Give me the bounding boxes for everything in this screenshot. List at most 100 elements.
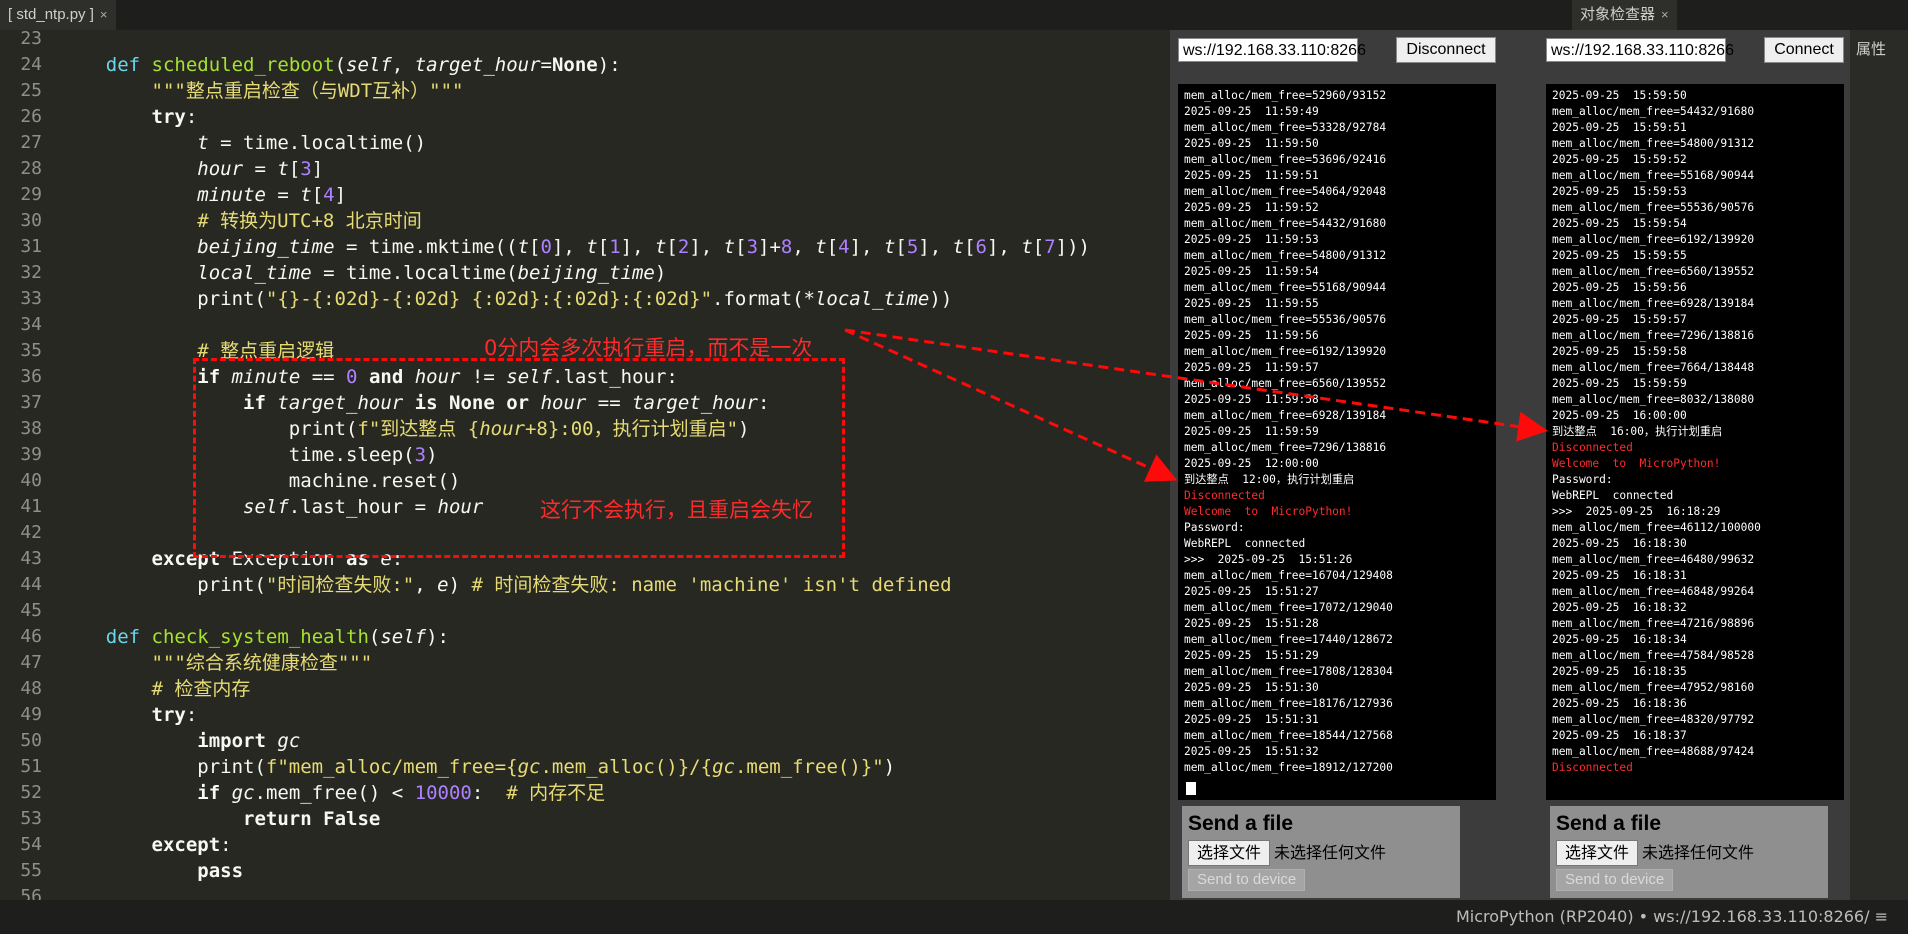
terminal-line: mem_alloc/mem_free=54432/91680 [1552, 105, 1755, 118]
terminal-line: Welcome to MicroPython! [1184, 505, 1353, 518]
tab-object-inspector[interactable]: 对象检查器 × [1572, 0, 1677, 30]
tab-std-ntp[interactable]: [ std_ntp.py ] × [0, 0, 116, 30]
line-number: 41 [20, 496, 42, 517]
line-number: 50 [20, 730, 42, 751]
code-line: return False [243, 808, 381, 830]
line-number: 40 [20, 470, 42, 491]
tab-bar: [ std_ntp.py ] × 对象检查器 × [0, 0, 1908, 30]
choose-file-button[interactable]: 选择文件 [1188, 840, 1271, 866]
terminal-line: mem_alloc/mem_free=54800/91312 [1184, 249, 1387, 262]
disconnect-button[interactable]: Disconnect [1396, 37, 1496, 63]
object-inspector-panel: ws://192.168.33.110:8266 Disconnect mem_… [1170, 30, 1850, 900]
terminal-line: mem_alloc/mem_free=8032/138080 [1552, 393, 1755, 406]
line-number: 53 [20, 808, 42, 829]
terminal-line: mem_alloc/mem_free=18176/127936 [1184, 697, 1393, 710]
terminal-line: 2025-09-25 11:59:56 [1184, 329, 1319, 342]
line-number: 55 [20, 860, 42, 881]
code-line: import gc [197, 730, 301, 752]
line-number: 26 [20, 106, 42, 127]
terminal-line: 2025-09-25 11:59:54 [1184, 265, 1319, 278]
terminal-line: 2025-09-25 11:59:53 [1184, 233, 1319, 246]
close-icon[interactable]: × [100, 7, 108, 22]
terminal-line: mem_alloc/mem_free=16704/129408 [1184, 569, 1393, 582]
properties-tab-label: 属性 [1856, 40, 1887, 58]
terminal-right[interactable]: 2025-09-25 15:59:50 mem_alloc/mem_free=54… [1546, 84, 1844, 800]
line-number: 54 [20, 834, 42, 855]
line-number: 34 [20, 314, 42, 335]
code-line: print("时间检查失败:", e) # 时间检查失败: name 'mach… [60, 574, 952, 596]
terminal-line: mem_alloc/mem_free=54432/91680 [1184, 217, 1387, 230]
close-icon[interactable]: × [1661, 7, 1669, 22]
line-number: 52 [20, 782, 42, 803]
line-number: 42 [20, 522, 42, 543]
line-number: 30 [20, 210, 42, 231]
terminal-line: mem_alloc/mem_free=6928/139184 [1184, 409, 1387, 422]
terminal-line: mem_alloc/mem_free=48320/97792 [1552, 713, 1755, 726]
tab-label: 对象检查器 [1580, 6, 1656, 23]
terminal-line: 2025-09-25 11:59:49 [1184, 105, 1319, 118]
terminal-line: 2025-09-25 16:18:34 [1552, 633, 1687, 646]
send-file-box-right: Send a file 选择文件 未选择任何文件 Send to device [1550, 806, 1828, 898]
terminal-line: 2025-09-25 16:18:37 [1552, 729, 1687, 742]
terminal-line: Password: [1184, 521, 1245, 534]
line-number: 47 [20, 652, 42, 673]
line-number: 27 [20, 132, 42, 153]
terminal-line: 2025-09-25 11:59:51 [1184, 169, 1319, 182]
terminal-line: WebREPL connected [1552, 489, 1674, 502]
url-input-left[interactable]: ws://192.168.33.110:8266 [1178, 38, 1366, 62]
code-line: local_time = time.localtime(beijing_time… [197, 262, 667, 284]
terminal-line: 2025-09-25 15:59:56 [1552, 281, 1687, 294]
terminal-line: Disconnected [1184, 489, 1265, 502]
terminal-line: Welcome to MicroPython! [1552, 457, 1721, 470]
terminal-left[interactable]: mem_alloc/mem_free=52960/93152 2025-09-25… [1178, 84, 1496, 800]
terminal-line: mem_alloc/mem_free=54800/91312 [1552, 137, 1755, 150]
terminal-line: mem_alloc/mem_free=6560/139552 [1184, 377, 1387, 390]
connect-button[interactable]: Connect [1764, 37, 1844, 63]
choose-file-button[interactable]: 选择文件 [1556, 840, 1639, 866]
terminal-line: 2025-09-25 16:18:31 [1552, 569, 1687, 582]
terminal-line: Disconnected [1552, 441, 1633, 454]
terminal-line: 2025-09-25 15:59:57 [1552, 313, 1687, 326]
terminal-line: 2025-09-25 15:59:53 [1552, 185, 1687, 198]
line-number: 38 [20, 418, 42, 439]
properties-side-tab[interactable]: 属性 [1850, 30, 1908, 900]
code-line: """整点重启检查（与WDT互补）""" [151, 80, 464, 102]
terminal-line: mem_alloc/mem_free=55168/90944 [1184, 281, 1387, 294]
code-line: try: [151, 704, 198, 726]
line-number: 33 [20, 288, 42, 309]
terminal-line: 到达整点 12:00，执行计划重启 [1184, 473, 1355, 486]
terminal-line: mem_alloc/mem_free=7296/138816 [1552, 329, 1755, 342]
terminal-line: mem_alloc/mem_free=53696/92416 [1184, 153, 1387, 166]
line-number: 24 [20, 54, 42, 75]
terminal-line: mem_alloc/mem_free=6192/139920 [1552, 233, 1755, 246]
send-to-device-button[interactable]: Send to device [1188, 869, 1306, 891]
terminal-line: 2025-09-25 16:18:35 [1552, 665, 1687, 678]
terminal-line: 2025-09-25 15:59:59 [1552, 377, 1687, 390]
terminal-line: 2025-09-25 15:51:31 [1184, 713, 1319, 726]
url-input-right[interactable]: ws://192.168.33.110:8266 [1546, 38, 1734, 62]
line-number: 31 [20, 236, 42, 257]
code-line: hour = t[3] [197, 158, 324, 180]
status-bar: MicroPython (RP2040) • ws://192.168.33.1… [0, 900, 1908, 934]
line-number: 39 [20, 444, 42, 465]
terminal-line: mem_alloc/mem_free=46112/100000 [1552, 521, 1761, 534]
terminal-line: 2025-09-25 15:51:30 [1184, 681, 1319, 694]
code-editor[interactable]: 23 24 25 26 27 28 29 30 31 32 33 34 35 36 37 38 39 40 41 42… [0, 30, 1170, 900]
terminal-line: mem_alloc/mem_free=47584/98528 [1552, 649, 1755, 662]
terminal-line: mem_alloc/mem_free=47952/98160 [1552, 681, 1755, 694]
terminal-line: 2025-09-25 15:59:52 [1552, 153, 1687, 166]
terminal-line: mem_alloc/mem_free=17808/128304 [1184, 665, 1393, 678]
terminal-line: 到达整点 16:00，执行计划重启 [1552, 425, 1723, 438]
terminal-line: mem_alloc/mem_free=46480/99632 [1552, 553, 1755, 566]
code-line: if gc.mem_free() < 10000: # 内存不足 [197, 782, 606, 804]
annotation-note-2: 这行不会执行，且重启会失忆 [540, 498, 813, 522]
code-line: beijing_time = time.mktime((t[0], t[1], … [197, 236, 1090, 258]
terminal-line: 2025-09-25 11:59:57 [1184, 361, 1319, 374]
terminal-line: mem_alloc/mem_free=55168/90944 [1552, 169, 1755, 182]
terminal-line: WebREPL connected [1184, 537, 1306, 550]
terminal-cursor [1186, 782, 1196, 795]
line-number: 56 [20, 886, 42, 900]
terminal-line: mem_alloc/mem_free=52960/93152 [1184, 89, 1387, 102]
terminal-line: 2025-09-25 16:18:36 [1552, 697, 1687, 710]
send-to-device-button[interactable]: Send to device [1556, 869, 1674, 891]
